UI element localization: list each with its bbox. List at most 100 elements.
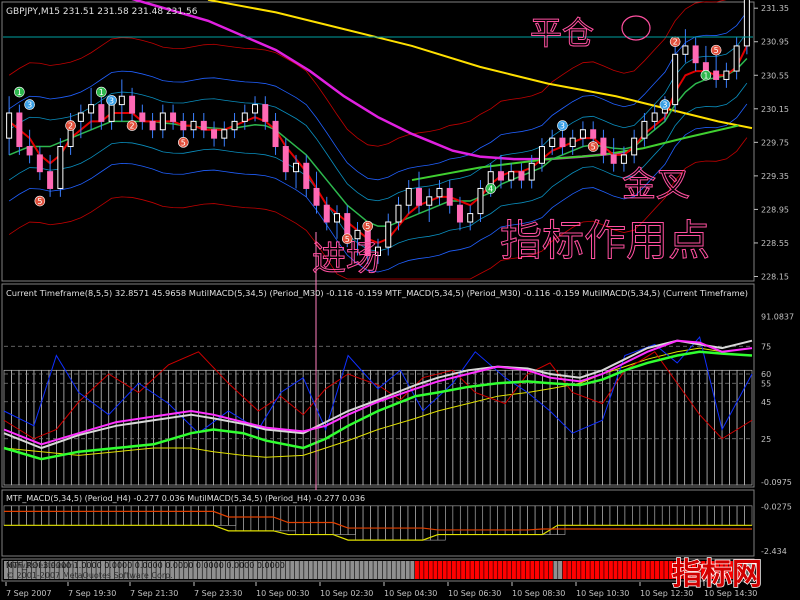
roi-strip-block [391,561,396,579]
price-tick-label: 230.55 [761,71,789,80]
candle-body [682,45,689,55]
time-tick-label: 10 Sep 10:30 [576,589,629,598]
h4-level-label: -2.434 [761,547,787,556]
roi-strip-block [396,561,401,579]
fractal-marker: 3 [106,95,117,106]
candle-body [590,129,597,139]
roi-strip-block [622,561,627,579]
price-tick-label: 228.95 [761,205,789,214]
candle-body [77,112,84,122]
roi-strip-block [595,561,600,579]
roi-strip-block [438,561,443,579]
time-tick-label: 10 Sep 06:30 [448,589,501,598]
roi-strip-block [599,561,604,579]
roi-strip-block [378,561,383,579]
h4-panel-header: MTF_MACD(5,34,5) (Period_H4) -0.277 0.03… [6,494,365,503]
mtf-level-label: 60 [761,370,771,379]
roi-strip-block [299,561,304,579]
roi-strip-block [498,561,503,579]
fractal-marker: 1 [700,69,712,81]
forex-chart[interactable]: 13521325554353215 231.35230.95230.55230.… [0,0,800,600]
roi-strip-block [479,561,484,579]
time-tick-label: 10 Sep 00:30 [256,589,309,598]
candle-body [47,171,54,189]
candle-body [467,213,474,223]
roi-strip-block [359,561,364,579]
candle-body [549,137,556,148]
fractal-marker-label: 3 [27,101,32,110]
roi-strip-block [364,561,369,579]
roi-strip-block [414,561,419,579]
roi-strip-block [470,561,475,579]
candle-body [334,213,341,223]
roi-strip-block [433,561,438,579]
roi-strip-block [511,561,516,579]
roi-strip-block [317,561,322,579]
candle-body [631,137,638,156]
fractal-marker: 3 [557,120,568,131]
roi-strip-block [631,561,636,579]
roi-strip-block [585,561,590,579]
candle-body [118,95,125,106]
candle-body [692,45,699,64]
mtf-panel-header: Current Timeframe(8,5,5) 32.8571 45.9658… [6,289,748,298]
fractal-marker: 5 [710,44,722,56]
mtf-level-label: 75 [761,342,771,351]
candle-body [426,196,433,206]
site-logo: 指标网 [672,557,762,592]
candle-body [211,129,218,139]
fractal-marker-label: 5 [714,46,719,55]
roi-strip-block [659,561,664,579]
roi-strip-block [331,561,336,579]
roi-strip-block [304,561,309,579]
roi-strip-block [419,561,424,579]
annotation-entry: 进场 [312,239,380,279]
fractal-marker: 2 [669,36,681,48]
roi-strip-block [636,561,641,579]
roi-strip-block [382,561,387,579]
fractal-marker-label: 5 [591,143,596,152]
time-tick-label: 7 Sep 23:30 [194,589,242,598]
roi-strip-block [613,561,618,579]
roi-strip-block [465,561,470,579]
candle-body [293,162,300,173]
roi-strip-block [553,561,558,579]
candle-body [559,137,566,148]
candle-body [323,204,330,223]
roi-strip-block [664,561,669,579]
roi-strip-block [410,561,415,579]
fractal-marker-label: 3 [560,122,565,131]
candle-body [651,112,658,122]
roi-strip-block [294,561,299,579]
roi-strip-block [534,561,540,579]
roi-strip-block [336,561,341,579]
candle-body [231,120,238,131]
roi-strip-block [405,561,410,579]
candle-body [743,0,750,47]
h4-level-label: -0.0275 [761,502,792,511]
roi-strip-block [290,561,295,579]
candle-body [672,53,679,106]
mtf-level-label: 25 [761,435,771,444]
roi-strip-block [401,561,406,579]
candle-body [610,154,617,164]
candle-body [385,221,392,248]
roi-strip-block [322,561,327,579]
fractal-marker-label: 1 [99,88,104,97]
candle-body [252,104,259,114]
price-tick-label: 230.95 [761,38,789,47]
candle-body [456,204,463,223]
fractal-marker-label: 2 [673,38,678,47]
roi-strip-block [285,561,290,579]
time-tick-label: 10 Sep 04:30 [384,589,437,598]
roi-strip-block [530,561,535,579]
fractal-marker: 5 [178,137,189,148]
candle-body [538,146,545,164]
roi-strip-block [447,561,452,579]
roi-strip-block [484,561,489,579]
candle-body [528,162,535,181]
roi-strip-block [655,561,660,579]
fractal-marker: 2 [126,120,138,131]
roi-strip-block [493,561,498,579]
fractal-marker-label: 3 [109,96,114,105]
